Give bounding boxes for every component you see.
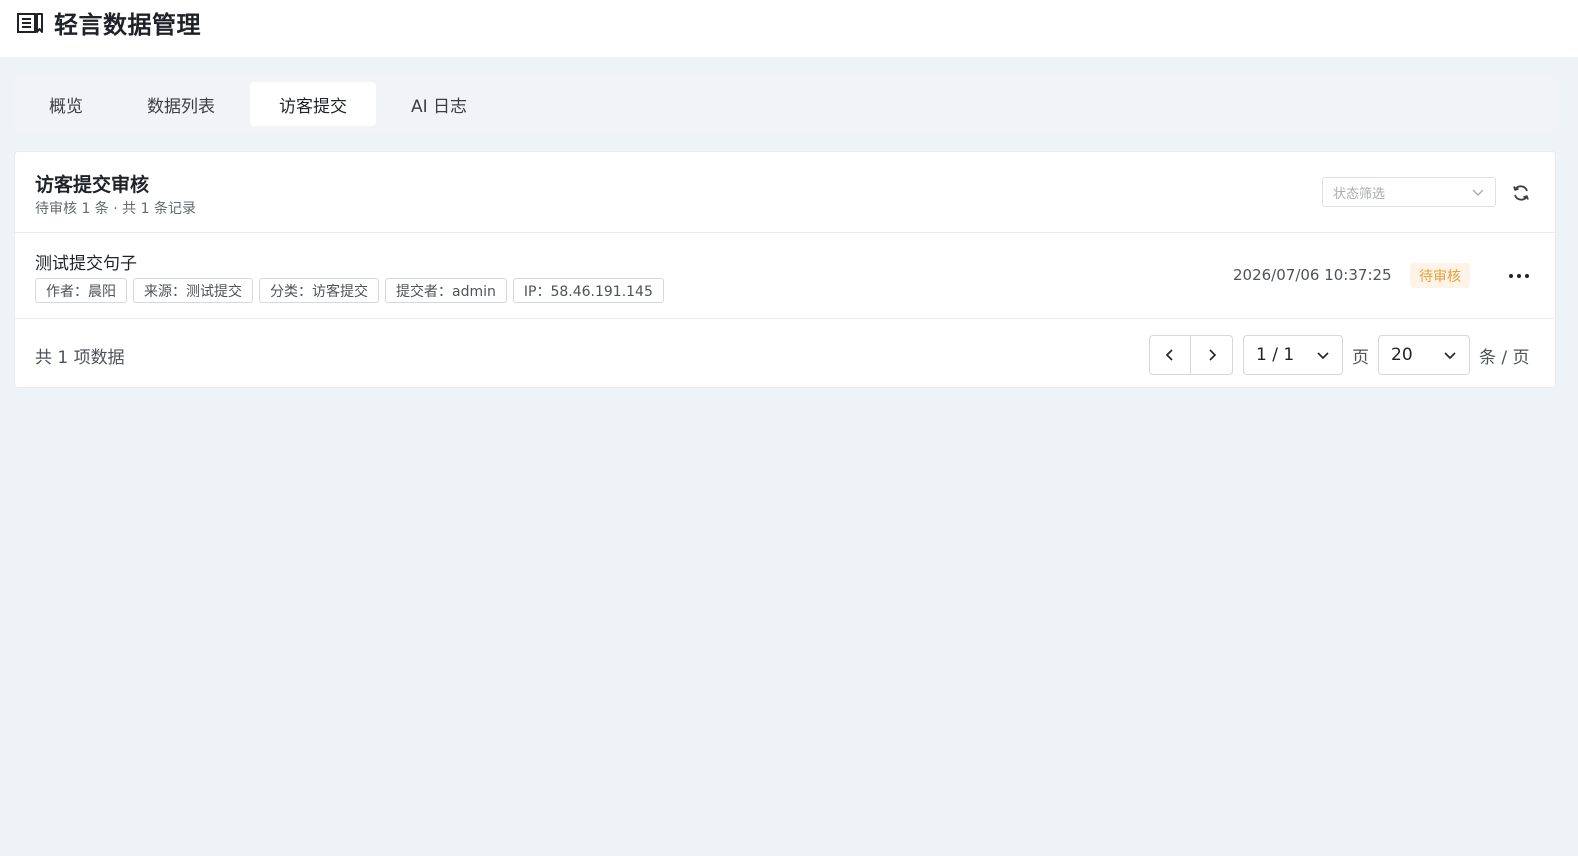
tab-data-list[interactable]: 数据列表 xyxy=(118,82,244,126)
review-title: 访客提交审核 xyxy=(35,174,150,196)
status-filter-select[interactable]: 状态筛选 xyxy=(1322,177,1496,207)
book-list-icon xyxy=(17,12,43,33)
review-card: 访客提交审核 待审核 1 条 · 共 1 条记录 状态筛选 测试提交句子 作者：… xyxy=(14,151,1556,388)
app-title: 轻言数据管理 xyxy=(54,11,201,39)
chevron-right-icon xyxy=(1208,349,1216,361)
prev-page-button[interactable] xyxy=(1149,335,1191,375)
tag-category: 分类：访客提交 xyxy=(259,278,379,303)
chevron-left-icon xyxy=(1165,349,1173,361)
chevron-down-icon xyxy=(1472,189,1484,196)
page-size-value: 20 xyxy=(1391,345,1413,365)
tab-overview[interactable]: 概览 xyxy=(20,82,112,126)
page-size-select[interactable]: 20 xyxy=(1378,335,1470,375)
refresh-icon xyxy=(1513,185,1529,201)
tab-visitor-submissions[interactable]: 访客提交 xyxy=(250,82,376,126)
app-header: 轻言数据管理 xyxy=(0,0,1578,57)
main-tabs: 概览 数据列表 访客提交 AI 日志 xyxy=(14,76,1556,132)
tag-author: 作者：晨阳 xyxy=(35,278,127,303)
chevron-down-icon xyxy=(1317,352,1329,360)
status-badge: 待审核 xyxy=(1410,263,1470,288)
page-size-unit-label: 条 / 页 xyxy=(1479,347,1530,368)
next-page-button[interactable] xyxy=(1191,335,1233,375)
pagination: 1 / 1 页 20 条 / 页 xyxy=(1149,335,1530,375)
tag-source: 来源：测试提交 xyxy=(133,278,253,303)
review-subtitle: 待审核 1 条 · 共 1 条记录 xyxy=(35,201,196,217)
status-filter-placeholder: 状态筛选 xyxy=(1333,186,1386,202)
tag-submitter: 提交者：admin xyxy=(385,278,507,303)
submission-row[interactable]: 测试提交句子 作者：晨阳 来源：测试提交 分类：访客提交 提交者：admin I… xyxy=(15,233,1555,319)
submission-time: 2026/07/06 10:37:25 xyxy=(1233,266,1392,284)
refresh-button[interactable] xyxy=(1509,181,1533,205)
tag-ip: IP：58.46.191.145 xyxy=(512,278,664,303)
tab-ai-log[interactable]: AI 日志 xyxy=(382,82,496,126)
more-dots-icon xyxy=(1509,274,1529,278)
submission-tags: 作者：晨阳 来源：测试提交 分类：访客提交 提交者：admin IP：58.46… xyxy=(35,278,664,303)
page-select-value: 1 / 1 xyxy=(1256,345,1295,365)
chevron-down-icon xyxy=(1444,352,1456,360)
review-card-header: 访客提交审核 待审核 1 条 · 共 1 条记录 状态筛选 xyxy=(15,152,1555,233)
page-select[interactable]: 1 / 1 xyxy=(1243,335,1343,375)
page-unit-label: 页 xyxy=(1352,347,1369,368)
submission-title: 测试提交句子 xyxy=(35,254,137,274)
pagination-footer: 共 1 项数据 1 / 1 页 20 条 / 页 xyxy=(15,319,1555,387)
more-actions-button[interactable] xyxy=(1505,263,1533,289)
total-count: 共 1 项数据 xyxy=(35,348,125,368)
